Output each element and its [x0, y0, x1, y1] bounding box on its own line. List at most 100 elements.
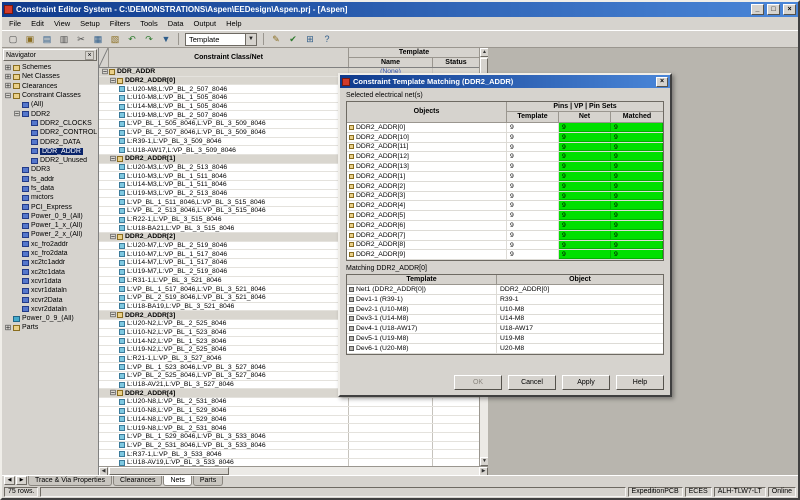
tree-item-all[interactable]: (All): [2, 100, 98, 109]
menu-item-output[interactable]: Output: [189, 18, 222, 29]
menu-item-tools[interactable]: Tools: [135, 18, 163, 29]
dialog-close-icon[interactable]: ×: [656, 77, 668, 87]
tree-item-xcvr2dataln[interactable]: xcvr2dataln: [2, 305, 98, 314]
close-button[interactable]: ×: [783, 4, 796, 15]
tab-parts[interactable]: Parts: [193, 476, 223, 486]
tree-item-net-classes[interactable]: ⊞Net Classes: [2, 72, 98, 81]
tree-item-xcvr1data[interactable]: xcvr1data: [2, 277, 98, 286]
dialog-net-row[interactable]: DDR2_ADDR[4]999: [347, 201, 663, 211]
dialog-net-row[interactable]: DDR2_ADDR[13]999: [347, 162, 663, 172]
net-row[interactable]: L:VP_BL_1_529_8046,L:VP_BL_3_533_8046: [99, 433, 479, 442]
filter-icon[interactable]: ▼: [158, 32, 174, 46]
menu-item-view[interactable]: View: [49, 18, 75, 29]
net-row[interactable]: L:U10-N8,L:VP_BL_1_529_8046: [99, 407, 479, 416]
dialog-match-row[interactable]: Dev5-1 (U19-M8)U19-M8: [347, 334, 663, 344]
undo-icon[interactable]: ↶: [124, 32, 140, 46]
save-icon[interactable]: ▤: [39, 32, 55, 46]
tab-trace-via-properties[interactable]: Trace & Via Properties: [28, 476, 112, 486]
expander-icon[interactable]: ⊞: [4, 82, 12, 90]
dialog-net-row[interactable]: DDR2_ADDR[12]999: [347, 152, 663, 162]
cancel-button[interactable]: Cancel: [508, 375, 556, 390]
tree-item-ddr2-clocks[interactable]: DDR2_CLOCKS: [2, 119, 98, 128]
open-icon[interactable]: ▣: [22, 32, 38, 46]
net-row[interactable]: L:U14-N8,L:VP_BL_1_529_8046: [99, 416, 479, 425]
check-template-icon[interactable]: ✔: [285, 32, 301, 46]
tree-item-constraint-classes[interactable]: ⊟Constraint Classes: [2, 91, 98, 100]
dialog-net-row[interactable]: DDR2_ADDR[2]999: [347, 182, 663, 192]
dialog-net-row[interactable]: DDR2_ADDR[6]999: [347, 221, 663, 231]
net-column-header[interactable]: Constraint Class/Net: [109, 48, 349, 67]
tree-item-power-1-x-all[interactable]: Power_1_x_(All): [2, 221, 98, 230]
maximize-button[interactable]: □: [767, 4, 780, 15]
copy-icon[interactable]: ▦: [90, 32, 106, 46]
tree-item-ddr2-unused[interactable]: DDR2_Unused: [2, 156, 98, 165]
dialog-net-row[interactable]: DDR2_ADDR[5]999: [347, 211, 663, 221]
tree-item-fs-data[interactable]: fs_data: [2, 184, 98, 193]
dialog-net-row[interactable]: DDR2_ADDR[9]999: [347, 250, 663, 260]
dialog-match-row[interactable]: Net1 (DDR2_ADDR[0])DDR2_ADDR[0]: [347, 285, 663, 295]
net-row[interactable]: L:R37-1,L:VP_BL_3_533_8046: [99, 450, 479, 459]
tree-item-pci-express[interactable]: PCI_Express: [2, 202, 98, 211]
tree-item-mictors[interactable]: mictors: [2, 193, 98, 202]
dialog-match-row[interactable]: Dev1-1 (R39-1)R39-1: [347, 295, 663, 305]
dialog-net-row[interactable]: DDR2_ADDR[1]999: [347, 172, 663, 182]
tree-item-ddr3[interactable]: DDR3: [2, 165, 98, 174]
tree-item-parts[interactable]: ⊞Parts: [2, 323, 98, 332]
paste-icon[interactable]: ▧: [107, 32, 123, 46]
tree-item-ddr2-control[interactable]: DDR2_CONTROL: [2, 128, 98, 137]
template-group-header[interactable]: Template: [349, 48, 479, 58]
print-icon[interactable]: ▥: [56, 32, 72, 46]
dialog-net-row[interactable]: DDR2_ADDR[0]999: [347, 123, 663, 133]
tree-item-xcvr1dataln[interactable]: xcvr1dataln: [2, 286, 98, 295]
net-row[interactable]: L:U18-AV19,L:VP_BL_3_533_8046: [99, 459, 479, 466]
edit-template-icon[interactable]: ✎: [268, 32, 284, 46]
menu-item-edit[interactable]: Edit: [26, 18, 49, 29]
cut-icon[interactable]: ✂: [73, 32, 89, 46]
expander-icon[interactable]: ⊞: [4, 64, 12, 72]
template-combo[interactable]: Template ▼: [185, 33, 257, 46]
dialog-net-row[interactable]: DDR2_ADDR[3]999: [347, 192, 663, 202]
new-icon[interactable]: ▢: [5, 32, 21, 46]
expander-icon[interactable]: ⊞: [4, 73, 12, 81]
net-row[interactable]: L:U19-N8,L:VP_BL_2_531_8046: [99, 424, 479, 433]
tree-item-xc-fro2addr[interactable]: xc_fro2addr: [2, 240, 98, 249]
tree-item-xc2tc1addr[interactable]: xc2tc1addr: [2, 258, 98, 267]
tree-item-xcvr2data[interactable]: xcvr2Data: [2, 295, 98, 304]
net-row[interactable]: L:U20-N8,L:VP_BL_2_531_8046: [99, 398, 479, 407]
dialog-match-row[interactable]: Dev6-1 (U20-M8)U20-M8: [347, 344, 663, 354]
dialog-match-row[interactable]: Dev3-1 (U14-M8)U14-M8: [347, 315, 663, 325]
grid-icon[interactable]: ⊞: [302, 32, 318, 46]
expander-icon[interactable]: ⊟: [109, 311, 117, 319]
chevron-down-icon[interactable]: ▼: [245, 34, 256, 45]
dialog-net-row[interactable]: DDR2_ADDR[11]999: [347, 143, 663, 153]
tree-item-power-0-9-all[interactable]: Power_0_9_(All): [2, 212, 98, 221]
dialog-match-row[interactable]: Dev4-1 (U18-AW17)U18-AW17: [347, 324, 663, 334]
tab-scroll-left-icon[interactable]: ◀: [4, 476, 15, 485]
horizontal-scrollbar[interactable]: ◀ ▶: [99, 466, 488, 475]
tree-item-power-2-x-all[interactable]: Power_2_x_(All): [2, 230, 98, 239]
dialog-match-row[interactable]: Dev2-1 (U10-M8)U10-M8: [347, 305, 663, 315]
tree-item-xc2tc1data[interactable]: xc2tc1data: [2, 268, 98, 277]
dialog-net-row[interactable]: DDR2_ADDR[10]999: [347, 133, 663, 143]
expander-icon[interactable]: ⊟: [109, 233, 117, 241]
tree-item-ddr2-data[interactable]: DDR2_DATA: [2, 137, 98, 146]
expander-icon[interactable]: ⊟: [109, 155, 117, 163]
menu-item-filters[interactable]: Filters: [105, 18, 135, 29]
apply-button[interactable]: Apply: [562, 375, 610, 390]
tree-item-ddr2[interactable]: ⊟DDR2: [2, 109, 98, 118]
tree-item-xc-fro2data[interactable]: xc_fro2data: [2, 249, 98, 258]
tree-item-power-0-9-all[interactable]: Power_0_9_(All): [2, 314, 98, 323]
ok-button[interactable]: OK: [454, 375, 502, 390]
tree-item-clearances[interactable]: ⊞Clearances: [2, 82, 98, 91]
expander-icon[interactable]: ⊟: [109, 389, 117, 397]
dialog-net-row[interactable]: DDR2_ADDR[7]999: [347, 231, 663, 241]
tab-scroll-right-icon[interactable]: ▶: [16, 476, 27, 485]
navigator-close-icon[interactable]: ×: [85, 51, 94, 60]
menu-item-setup[interactable]: Setup: [75, 18, 105, 29]
redo-icon[interactable]: ↷: [141, 32, 157, 46]
tree-item-schemes[interactable]: ⊞Schemes: [2, 63, 98, 72]
tree-item-fs-addr[interactable]: fs_addr: [2, 175, 98, 184]
expander-icon[interactable]: ⊟: [13, 110, 21, 118]
menu-item-help[interactable]: Help: [221, 18, 246, 29]
net-row[interactable]: L:VP_BL_2_531_8046,L:VP_BL_3_533_8046: [99, 442, 479, 451]
